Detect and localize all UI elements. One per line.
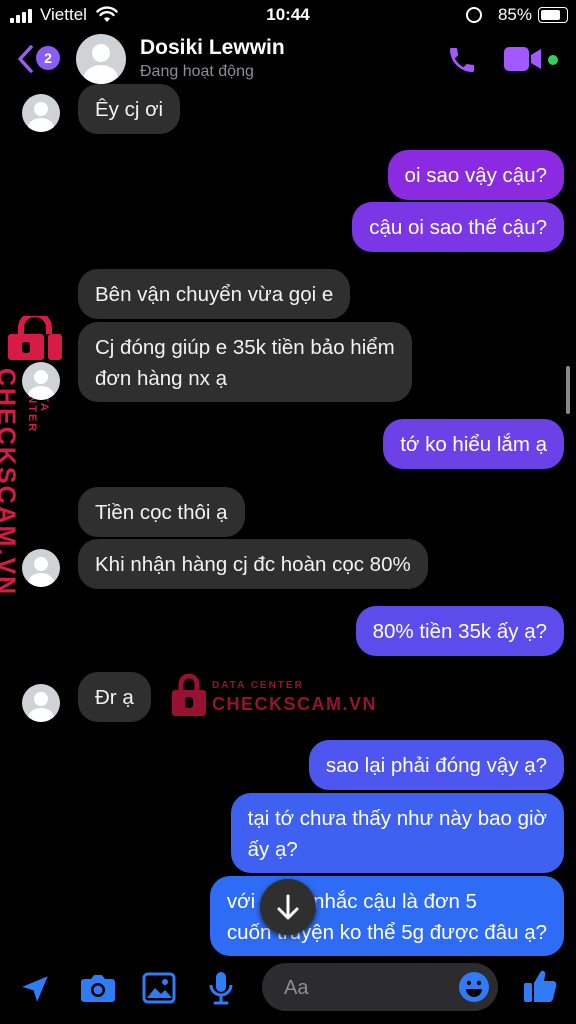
message-bubble-outgoing[interactable]: cậu oi sao thế cậu? [352,202,564,252]
watermark-brand: CHECKSCAM.VN [212,694,378,714]
contact-name[interactable]: Dosiki Lewwin [140,36,285,60]
padlock-icon [8,316,62,360]
message-composer[interactable] [262,963,498,1011]
microphone-icon[interactable] [208,970,234,1006]
unread-count-badge[interactable]: 2 [36,46,60,70]
emoji-icon[interactable] [458,971,490,1003]
scroll-to-bottom-button[interactable] [260,879,316,935]
message-line: đơn hàng nx ạ [95,367,227,390]
watermark-vertical: CHECKSCAM.VN DATA CENTER [0,316,62,596]
message-bubble-incoming[interactable]: Êy cj ơi [78,84,181,134]
message-input[interactable] [282,971,456,1005]
padlock-icon [172,673,206,716]
contact-avatar[interactable] [76,34,126,84]
message-bubble-outgoing[interactable]: oi sao vậy cậu? [387,150,564,200]
contact-avatar-small[interactable] [22,362,60,400]
battery-percent: 85% [497,5,532,24]
watermark-horizontal: DATA CENTER CHECKSCAM.VN [172,672,376,716]
message-bubble-incoming[interactable]: Tiền cọc thôi ạ [78,487,245,537]
contact-status: Đang hoạt động [140,63,254,80]
back-chevron-icon[interactable] [16,44,36,74]
contact-avatar-small[interactable] [22,94,60,132]
composer-toolbar [0,958,576,1024]
phone-icon[interactable] [446,44,478,76]
message-bubble-outgoing[interactable]: tại tớ chưa thấy như này bao giờ ấy ạ? [230,793,564,873]
watermark-label: DATA CENTER [212,680,304,691]
battery-icon [538,7,568,23]
orientation-lock-icon [466,7,482,23]
message-bubble-incoming[interactable]: Bên vận chuyển vừa gọi e [78,269,351,319]
scrollbar-thumb[interactable] [566,366,570,414]
status-bar: Viettel 10:44 85% [0,0,576,30]
video-camera-icon[interactable] [504,47,542,71]
contact-avatar-small[interactable] [22,549,60,587]
location-arrow-icon[interactable] [18,972,52,1006]
message-bubble-outgoing[interactable]: tớ ko hiểu lắm ạ [383,419,564,469]
thumbs-up-icon[interactable] [522,968,558,1004]
message-line: Cj đóng giúp e 35k tiền bảo hiểm [95,336,395,359]
arrow-down-icon [277,894,299,920]
chat-header: 2 Dosiki Lewwin Đang hoạt động [0,30,576,88]
message-bubble-incoming[interactable]: Đr ạ [78,672,151,722]
camera-icon[interactable] [80,972,116,1004]
contact-avatar-small[interactable] [22,684,60,722]
clock: 10:44 [266,5,310,24]
message-bubble-incoming[interactable]: Khi nhận hàng cj đc hoàn cọc 80% [78,539,428,589]
message-bubble-outgoing[interactable]: sao lại phải đóng vậy ạ? [308,740,564,790]
message-line: ấy ạ? [247,838,298,861]
message-bubble-outgoing[interactable]: 80% tiền 35k ấy ạ? [355,606,564,656]
watermark-brand: CHECKSCAM.VN [0,368,20,597]
gallery-icon[interactable] [142,972,176,1004]
message-line: tại tớ chưa thấy như này bao giờ [247,807,547,830]
online-indicator [548,55,558,65]
message-bubble-incoming[interactable]: Cj đóng giúp e 35k tiền bảo hiểm đơn hàn… [78,322,412,402]
